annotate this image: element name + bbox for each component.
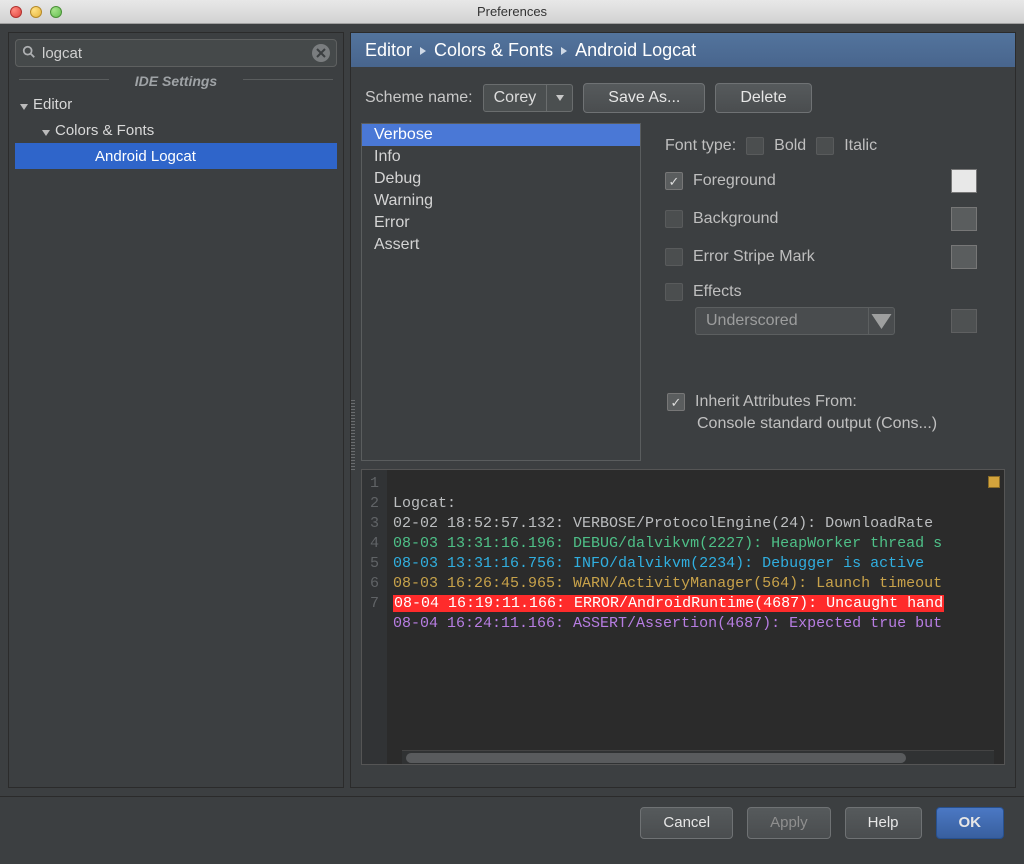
- effects-label: Effects: [693, 283, 742, 301]
- background-label: Background: [693, 210, 778, 228]
- settings-page: Editor Colors & Fonts Android Logcat Sch…: [350, 32, 1016, 788]
- save-as-button[interactable]: Save As...: [583, 83, 705, 113]
- bold-checkbox[interactable]: [746, 137, 764, 155]
- scheme-value: Corey: [484, 89, 547, 107]
- chevron-down-icon: [19, 99, 29, 109]
- level-item-verbose[interactable]: Verbose: [362, 124, 640, 146]
- inherit-label: Inherit Attributes From:: [695, 393, 857, 411]
- tree-label: Android Logcat: [95, 148, 196, 165]
- effects-select[interactable]: Underscored: [695, 307, 895, 335]
- tree-label: Colors & Fonts: [55, 122, 154, 139]
- horizontal-scrollbar[interactable]: [402, 750, 994, 764]
- tree-item-editor[interactable]: Editor: [15, 91, 337, 117]
- search-field[interactable]: [15, 39, 337, 67]
- search-icon: [22, 45, 36, 62]
- log-level-list[interactable]: Verbose Info Debug Warning Error Assert: [361, 123, 641, 461]
- breadcrumb: Editor Colors & Fonts Android Logcat: [351, 33, 1015, 67]
- effects-value: Underscored: [696, 312, 868, 330]
- tree-label: Editor: [33, 96, 72, 113]
- window-title: Preferences: [0, 4, 1024, 19]
- background-checkbox[interactable]: [665, 210, 683, 228]
- font-type-label: Font type:: [665, 137, 736, 155]
- foreground-color-swatch[interactable]: [951, 169, 977, 193]
- breadcrumb-item[interactable]: Colors & Fonts: [434, 40, 553, 61]
- ok-button[interactable]: OK: [936, 807, 1005, 839]
- line-number: 4: [370, 534, 379, 554]
- preview-line: 08-03 13:31:16.756: INFO/dalvikvm(2234):…: [393, 555, 924, 572]
- inherit-checkbox[interactable]: [667, 393, 685, 411]
- attribute-pane: Font type: Bold Italic Foreground Backgr…: [647, 123, 1005, 461]
- italic-label: Italic: [844, 137, 877, 155]
- titlebar: Preferences: [0, 0, 1024, 24]
- gutter: 1 2 3 4 5 6 7: [362, 470, 387, 764]
- tree-item-colors-fonts[interactable]: Colors & Fonts: [15, 117, 337, 143]
- italic-checkbox[interactable]: [816, 137, 834, 155]
- foreground-label: Foreground: [693, 172, 776, 190]
- level-item-warning[interactable]: Warning: [362, 190, 640, 212]
- line-number: 5: [370, 554, 379, 574]
- cancel-button[interactable]: Cancel: [640, 807, 733, 839]
- background-color-swatch[interactable]: [951, 207, 977, 231]
- scheme-label: Scheme name:: [365, 89, 473, 107]
- preview-pane: 1 2 3 4 5 6 7 Logcat: 02-02 18:52:57.132…: [361, 469, 1005, 765]
- level-item-info[interactable]: Info: [362, 146, 640, 168]
- effects-checkbox[interactable]: [665, 283, 683, 301]
- stripe-checkbox[interactable]: [665, 248, 683, 266]
- stripe-color-swatch[interactable]: [951, 245, 977, 269]
- stripe-label: Error Stripe Mark: [693, 248, 815, 266]
- breadcrumb-item[interactable]: Editor: [365, 40, 412, 61]
- search-input[interactable]: [42, 45, 306, 62]
- level-item-error[interactable]: Error: [362, 212, 640, 234]
- scheme-select[interactable]: Corey: [483, 84, 574, 112]
- apply-button[interactable]: Apply: [747, 807, 831, 839]
- delete-button[interactable]: Delete: [715, 83, 811, 113]
- chevron-right-icon: [559, 40, 569, 61]
- chevron-down-icon[interactable]: [546, 85, 572, 111]
- ide-settings-section-label: IDE Settings: [15, 67, 337, 91]
- effects-color-swatch[interactable]: [951, 309, 977, 333]
- scrollbar-thumb[interactable]: [406, 753, 906, 763]
- preview-line: 08-03 13:31:16.196: DEBUG/dalvikvm(2227)…: [393, 535, 942, 552]
- scheme-row: Scheme name: Corey Save As... Delete: [351, 67, 1015, 123]
- foreground-checkbox[interactable]: [665, 172, 683, 190]
- line-number: 1: [370, 474, 379, 494]
- tree-item-android-logcat[interactable]: Android Logcat: [15, 143, 337, 169]
- chevron-down-icon: [41, 125, 51, 135]
- help-button[interactable]: Help: [845, 807, 922, 839]
- splitter-grip-icon[interactable]: [351, 400, 355, 470]
- chevron-right-icon: [418, 40, 428, 61]
- warning-marker-icon[interactable]: [988, 476, 1000, 488]
- level-item-debug[interactable]: Debug: [362, 168, 640, 190]
- chevron-down-icon: [868, 308, 894, 334]
- preview-line: 08-04 16:19:11.166: ERROR/AndroidRuntime…: [393, 595, 944, 612]
- dialog-footer: Cancel Apply Help OK: [0, 796, 1024, 848]
- line-number: 7: [370, 594, 379, 614]
- preview-line: 08-03 16:26:45.965: WARN/ActivityManager…: [393, 575, 942, 592]
- settings-tree: Editor Colors & Fonts Android Logcat: [15, 91, 337, 169]
- preview-code[interactable]: Logcat: 02-02 18:52:57.132: VERBOSE/Prot…: [387, 470, 1004, 764]
- line-number: 2: [370, 494, 379, 514]
- inherit-source-label[interactable]: Console standard output (Cons...): [667, 415, 997, 433]
- clear-search-icon[interactable]: [312, 44, 330, 62]
- line-number: 3: [370, 514, 379, 534]
- preview-line: Logcat:: [393, 495, 456, 512]
- sidebar: IDE Settings Editor Colors & Fonts Andro…: [8, 32, 344, 788]
- preview-line: 02-02 18:52:57.132: VERBOSE/ProtocolEngi…: [393, 515, 942, 532]
- preview-line: 08-04 16:24:11.166: ASSERT/Assertion(468…: [393, 615, 942, 632]
- level-item-assert[interactable]: Assert: [362, 234, 640, 256]
- breadcrumb-item: Android Logcat: [575, 40, 696, 61]
- line-number: 6: [370, 574, 379, 594]
- bold-label: Bold: [774, 137, 806, 155]
